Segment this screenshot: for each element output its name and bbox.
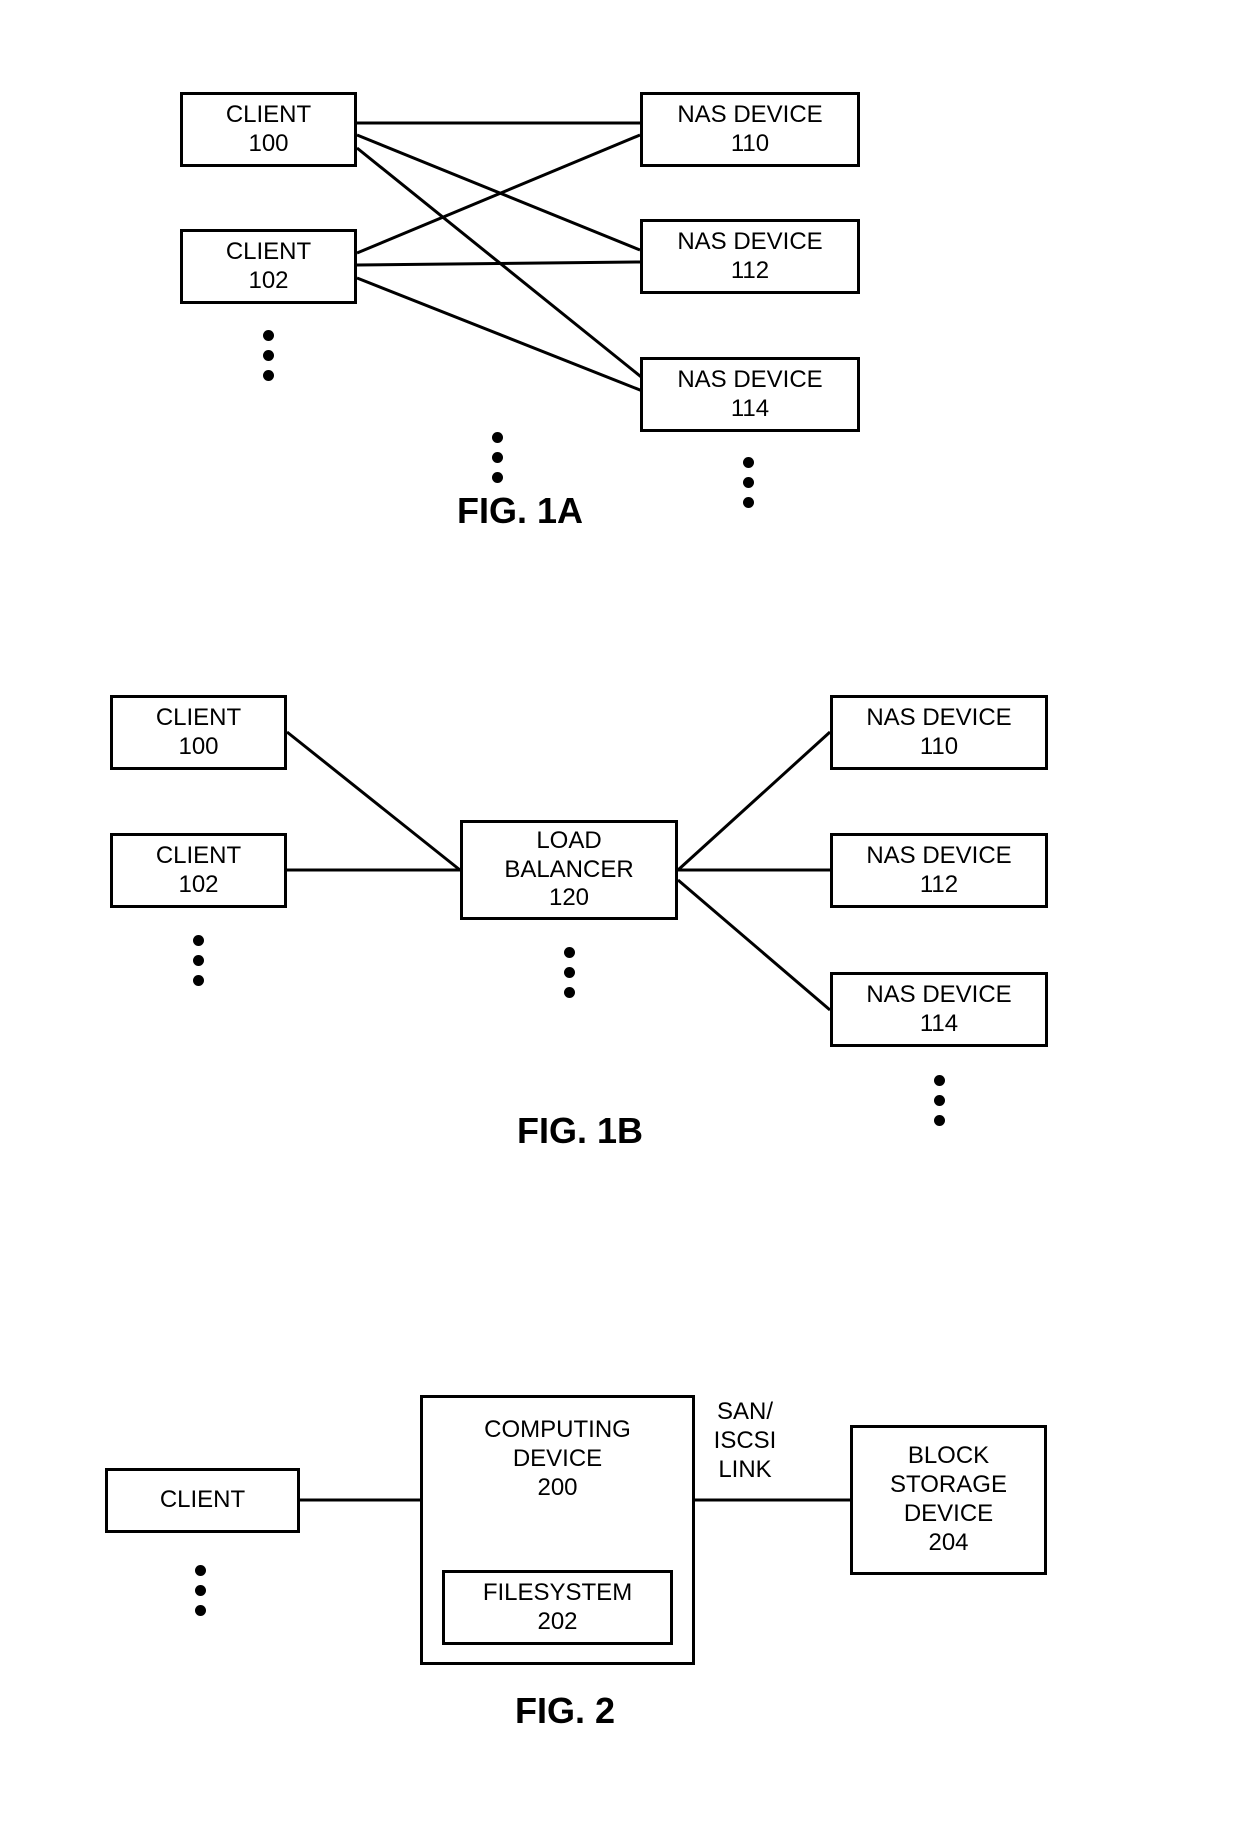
label: CLIENT (226, 101, 311, 130)
label: NAS DEVICE (866, 842, 1011, 871)
l3: DEVICE (904, 1500, 993, 1529)
label: NAS DEVICE (677, 366, 822, 395)
ref: 204 (928, 1529, 968, 1558)
label: CLIENT (226, 238, 311, 267)
l3: LINK (718, 1456, 771, 1483)
label: FILESYSTEM (483, 1579, 632, 1608)
fig1a-client-100: CLIENT 100 (180, 92, 357, 167)
fig2-caption: FIG. 2 (490, 1690, 640, 1732)
fig1a-client-102: CLIENT 102 (180, 229, 357, 304)
fig1b-nas-114: NAS DEVICE 114 (830, 972, 1048, 1047)
fig1b-nas-112: NAS DEVICE 112 (830, 833, 1048, 908)
fig2-link-label: SAN/ ISCSI LINK (700, 1398, 790, 1484)
l1: SAN/ (717, 1398, 773, 1425)
fig1b-client-102: CLIENT 102 (110, 833, 287, 908)
ref: 200 (537, 1474, 577, 1503)
ref: 100 (248, 130, 288, 159)
label: COMPUTING (484, 1416, 631, 1445)
ref: 202 (537, 1608, 577, 1637)
fig1a-nas-110: NAS DEVICE 110 (640, 92, 860, 167)
label2: BALANCER (504, 856, 633, 885)
fig1b-dots-clients (193, 935, 204, 986)
l1: BLOCK (908, 1442, 989, 1471)
fig2-client: CLIENT (105, 1468, 300, 1533)
label2: DEVICE (513, 1445, 602, 1474)
label: CLIENT (156, 704, 241, 733)
fig1b-nas-110: NAS DEVICE 110 (830, 695, 1048, 770)
fig2-block-storage: BLOCK STORAGE DEVICE 204 (850, 1425, 1047, 1575)
fig1b-caption: FIG. 1B (490, 1110, 670, 1152)
ref: 112 (731, 257, 769, 286)
label: LOAD (536, 827, 601, 856)
ref: 112 (920, 871, 958, 900)
fig1a-nas-114: NAS DEVICE 114 (640, 357, 860, 432)
fig1a-dots-mid (492, 432, 503, 483)
label: NAS DEVICE (677, 101, 822, 130)
label: CLIENT (156, 842, 241, 871)
fig1b-dots-nas (934, 1075, 945, 1126)
label: NAS DEVICE (866, 704, 1011, 733)
label: NAS DEVICE (866, 981, 1011, 1010)
ref: 110 (731, 130, 769, 159)
fig2-filesystem: FILESYSTEM 202 (442, 1570, 673, 1645)
label: NAS DEVICE (677, 228, 822, 257)
l2: STORAGE (890, 1471, 1007, 1500)
ref: 110 (920, 733, 958, 762)
fig1a-nas-112: NAS DEVICE 112 (640, 219, 860, 294)
ref: 114 (920, 1010, 958, 1039)
fig1b-dots-lb (564, 947, 575, 998)
label: CLIENT (160, 1486, 245, 1515)
fig1a-caption: FIG. 1A (430, 490, 610, 532)
fig1a-dots-nas (743, 457, 754, 508)
ref: 102 (178, 871, 218, 900)
ref: 120 (549, 884, 589, 913)
fig2-dots-clients (195, 1565, 206, 1616)
ref: 100 (178, 733, 218, 762)
fig1a-dots-clients (263, 330, 274, 381)
page: CLIENT 100 CLIENT 102 NAS DEVICE 110 NAS… (0, 0, 1240, 1846)
ref: 114 (731, 395, 769, 424)
l2: ISCSI (714, 1427, 777, 1454)
fig1b-client-100: CLIENT 100 (110, 695, 287, 770)
ref: 102 (248, 267, 288, 296)
fig1b-load-balancer: LOAD BALANCER 120 (460, 820, 678, 920)
